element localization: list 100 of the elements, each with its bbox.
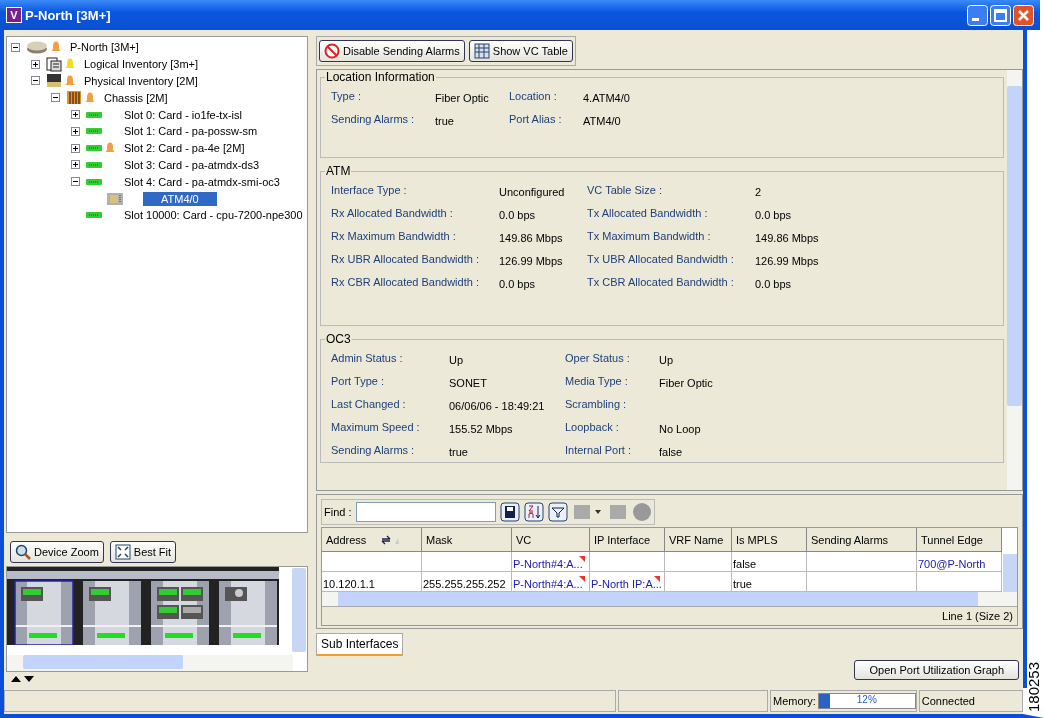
expander-icon[interactable] <box>71 177 80 187</box>
expander-icon[interactable] <box>71 160 80 170</box>
field-label: Tx UBR Allocated Bandwidth : <box>587 253 735 265</box>
section-title: Location Information <box>325 70 436 84</box>
field-value: 06/06/06 - 18:49:21 <box>449 400 546 412</box>
section-title: ATM <box>325 164 352 178</box>
field-value: 2 <box>755 186 763 198</box>
field-value: SONET <box>449 377 488 389</box>
table-cell <box>665 552 732 572</box>
field-value: Fiber Optic <box>659 377 714 389</box>
field-value: 149.86 Mbps <box>499 232 564 244</box>
show-vc-table-button[interactable]: Show VC Table <box>468 40 573 62</box>
close-button[interactable] <box>1013 4 1034 26</box>
link-cell[interactable]: 700@P-North <box>917 552 1002 572</box>
find-label: Find : <box>324 506 352 518</box>
expander-icon[interactable] <box>51 93 60 103</box>
router-icon <box>26 40 48 55</box>
field-label: Loopback : <box>565 421 620 433</box>
field-value: 0.0 bps <box>755 209 793 221</box>
expander-icon[interactable] <box>31 59 40 69</box>
column-header[interactable]: Tunnel Edge <box>917 528 1002 552</box>
tree-item[interactable]: Logical Inventory [3m+] <box>81 57 202 72</box>
field-value: 0.0 bps <box>755 278 793 290</box>
app-icon: V <box>6 7 22 23</box>
rack-icon <box>46 73 62 89</box>
field-label: Oper Status : <box>565 352 631 364</box>
card-icon <box>86 110 102 119</box>
expander-icon[interactable] <box>71 143 80 153</box>
column-header[interactable]: Address <box>322 528 422 552</box>
card-icon <box>86 127 102 136</box>
column-header[interactable]: IP Interface <box>590 528 665 552</box>
tab[interactable]: Sub Interfaces <box>316 633 404 656</box>
field-value: 126.99 Mbps <box>499 255 564 267</box>
field-value: true <box>435 115 455 127</box>
field-label: Location : <box>509 90 558 102</box>
port-icon <box>106 191 124 206</box>
field-value: 4.ATM4/0 <box>583 92 631 104</box>
disable-alarms-button[interactable]: Disable Sending Alarms <box>319 40 465 62</box>
field-value: Up <box>659 354 675 366</box>
open-graph-button[interactable]: Open Port Utilization Graph <box>854 660 1019 680</box>
tree-item[interactable]: Slot 10000: Card - cpu-7200-npe300 <box>121 208 306 223</box>
column-header[interactable]: Mask <box>422 528 512 552</box>
find-field[interactable] <box>355 502 496 522</box>
field-label: Tx Allocated Bandwidth : <box>587 207 709 219</box>
expander-icon[interactable] <box>31 76 40 86</box>
corner-flag-icon <box>579 576 585 582</box>
column-header[interactable]: VRF Name <box>665 528 732 552</box>
field-label: Type : <box>331 90 362 102</box>
card-icon <box>86 160 102 169</box>
table-status: Line 1 (Size 2) <box>942 610 1013 622</box>
field-label: Port Type : <box>331 375 385 387</box>
field-value: ATM4/0 <box>583 115 622 127</box>
figure-number: 180253 <box>1026 661 1042 712</box>
tree-item[interactable]: ATM4/0 <box>143 191 217 206</box>
tree-item[interactable]: Slot 3: Card - pa-atmdx-ds3 <box>121 157 263 172</box>
field-value: 0.0 bps <box>499 278 537 290</box>
field-label: Internal Port : <box>565 444 633 456</box>
splitter-arrows-icon[interactable] <box>10 675 36 682</box>
link-cell[interactable]: P-North#4:A... <box>512 552 590 572</box>
field-label: Media Type : <box>565 375 629 387</box>
field-label: Tx CBR Allocated Bandwidth : <box>587 276 735 288</box>
table-icon <box>473 43 490 59</box>
sort-icon[interactable] <box>523 502 544 522</box>
field-label: Scrambling : <box>565 398 628 410</box>
tree-item[interactable]: Slot 1: Card - pa-possw-sm <box>121 124 261 139</box>
field-label: Sending Alarms : <box>331 113 416 125</box>
column-header[interactable]: Is MPLS <box>732 528 807 552</box>
field-label: Interface Type : <box>331 184 408 196</box>
best-fit-button[interactable]: Best Fit <box>109 541 177 563</box>
column-header[interactable]: VC <box>512 528 590 552</box>
tree-item[interactable]: Physical Inventory [2M] <box>81 74 201 88</box>
tree-item[interactable]: P-North [3M+] <box>67 40 142 55</box>
minimize-button[interactable] <box>967 4 988 26</box>
maximize-button[interactable] <box>990 4 1011 26</box>
save-icon[interactable] <box>499 502 520 522</box>
expander-icon[interactable] <box>71 126 80 136</box>
field-label: Maximum Speed : <box>331 421 421 433</box>
field-value: 149.86 Mbps <box>755 232 820 244</box>
connection-status: Connected <box>918 690 1023 712</box>
sort-icon[interactable] <box>380 535 402 545</box>
column-header[interactable]: Sending Alarms <box>807 528 917 552</box>
field-value: true <box>449 446 469 458</box>
expander-icon[interactable] <box>71 110 80 120</box>
tree-item[interactable]: Slot 0: Card - io1fe-tx-isl <box>121 107 245 122</box>
chassis-icon <box>66 90 82 106</box>
tree-item[interactable]: Slot 2: Card - pa-4e [2M] <box>121 141 248 156</box>
field-value: 155.52 Mbps <box>449 423 514 435</box>
tree-item[interactable]: Chassis [2M] <box>101 90 171 105</box>
table-cell: false <box>732 552 807 572</box>
device-zoom-button[interactable]: Device Zoom <box>10 541 104 563</box>
field-value: Fiber Optic <box>435 92 490 104</box>
field-value: Unconfigured <box>499 186 566 198</box>
field-label: VC Table Size : <box>587 184 663 196</box>
section-title: OC3 <box>325 332 352 346</box>
field-label: Rx Maximum Bandwidth : <box>331 230 457 242</box>
tree-item[interactable]: Slot 4: Card - pa-atmdx-smi-oc3 <box>121 174 283 189</box>
expander-icon[interactable] <box>11 42 20 52</box>
field-label: Sending Alarms : <box>331 444 416 456</box>
memory-reading: 12% <box>855 694 878 705</box>
field-label: Admin Status : <box>331 352 404 364</box>
